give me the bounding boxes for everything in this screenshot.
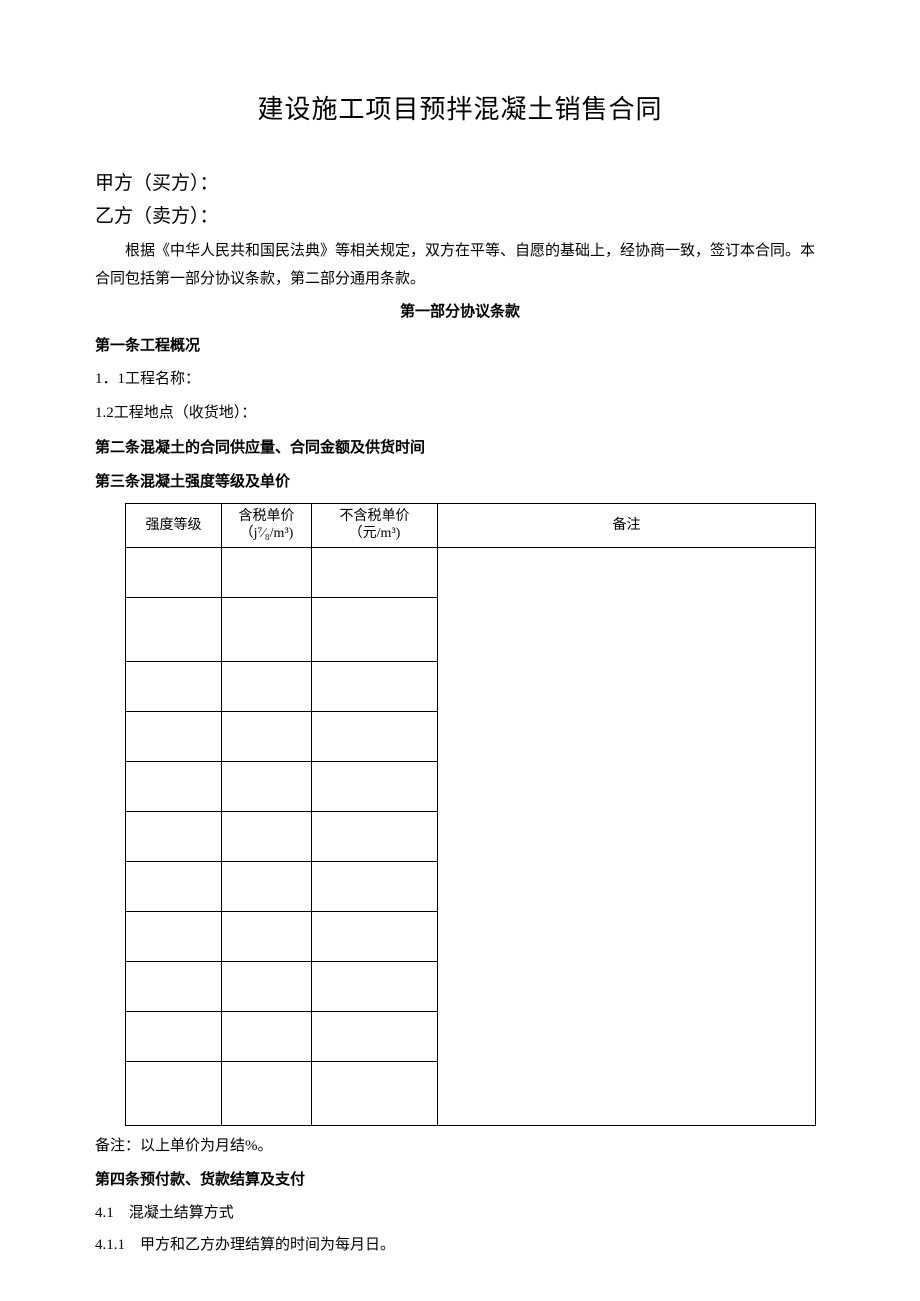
part1-heading: 第一部分协议条款	[95, 298, 825, 327]
cell-tax	[222, 961, 312, 1011]
article4-line41: 4.1 混凝土结算方式	[95, 1199, 825, 1228]
cell-remark-body	[438, 547, 816, 1125]
th-notax-price: 不含税单价（元/m³)	[312, 503, 438, 547]
cell-notax	[312, 761, 438, 811]
cell-notax	[312, 861, 438, 911]
cell-notax	[312, 547, 438, 597]
cell-grade	[126, 1011, 222, 1061]
cell-tax	[222, 597, 312, 661]
cell-grade	[126, 961, 222, 1011]
table-header-row: 强度等级 含税单价（j⁷⁄₈/m³) 不含税单价（元/m³) 备注	[126, 503, 816, 547]
table-note: 备注：以上单价为月结%。	[95, 1132, 825, 1161]
table-row	[126, 547, 816, 597]
intro-paragraph: 根据《中华人民共和国民法典》等相关规定，双方在平等、自愿的基础上，经协商一致，签…	[95, 237, 825, 294]
article2-heading: 第二条混凝土的合同供应量、合同金额及供货时间	[95, 434, 825, 463]
document-title: 建设施工项目预拌混凝土销售合同	[95, 85, 825, 134]
cell-notax	[312, 1011, 438, 1061]
th-grade: 强度等级	[126, 503, 222, 547]
cell-grade	[126, 597, 222, 661]
cell-tax	[222, 547, 312, 597]
article1-line2: 1.2工程地点（收货地）：	[95, 399, 825, 428]
cell-grade	[126, 761, 222, 811]
cell-grade	[126, 661, 222, 711]
cell-notax	[312, 597, 438, 661]
article4-heading: 第四条预付款、货款结算及支付	[95, 1166, 825, 1195]
cell-tax	[222, 811, 312, 861]
cell-tax	[222, 861, 312, 911]
cell-tax	[222, 761, 312, 811]
cell-grade	[126, 811, 222, 861]
article1-line1: 1．1工程名称：	[95, 365, 825, 394]
cell-notax	[312, 661, 438, 711]
cell-grade	[126, 911, 222, 961]
th-remark: 备注	[438, 503, 816, 547]
party-buyer: 甲方（买方）：	[95, 168, 825, 200]
grade-price-table: 强度等级 含税单价（j⁷⁄₈/m³) 不含税单价（元/m³) 备注	[125, 503, 816, 1126]
cell-grade	[126, 711, 222, 761]
cell-notax	[312, 711, 438, 761]
article3-heading: 第三条混凝土强度等级及单价	[95, 468, 825, 497]
th-tax-price: 含税单价（j⁷⁄₈/m³)	[222, 503, 312, 547]
cell-tax	[222, 911, 312, 961]
party-seller: 乙方（卖方）：	[95, 201, 825, 233]
cell-notax	[312, 811, 438, 861]
cell-grade	[126, 1061, 222, 1125]
cell-grade	[126, 547, 222, 597]
cell-tax	[222, 1011, 312, 1061]
article1-heading: 第一条工程概况	[95, 332, 825, 361]
cell-tax	[222, 711, 312, 761]
cell-notax	[312, 911, 438, 961]
cell-grade	[126, 861, 222, 911]
article4-line411: 4.1.1 甲方和乙方办理结算的时间为每月日。	[95, 1231, 825, 1260]
cell-notax	[312, 961, 438, 1011]
cell-tax	[222, 661, 312, 711]
cell-tax	[222, 1061, 312, 1125]
cell-notax	[312, 1061, 438, 1125]
